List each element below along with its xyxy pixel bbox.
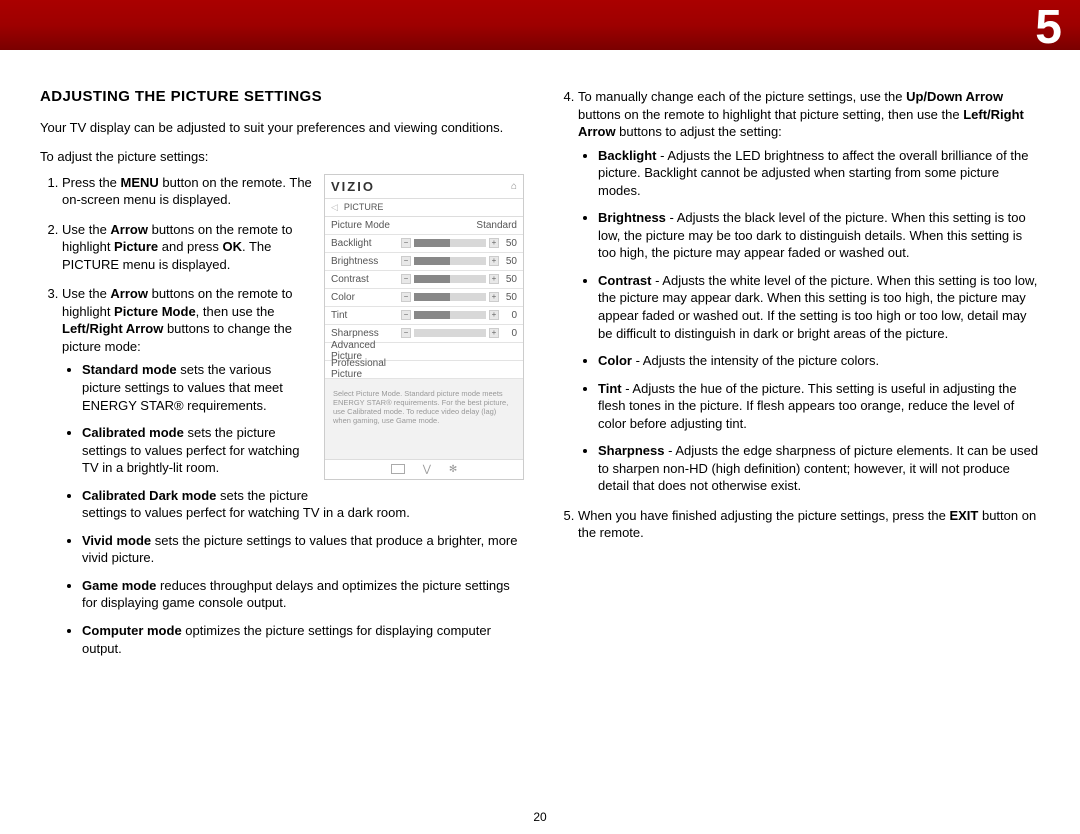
menu-row: Contrast−+50 bbox=[325, 271, 523, 289]
menu-row-label: Tint bbox=[331, 310, 401, 321]
mode-item: Computer mode optimizes the picture sett… bbox=[82, 622, 524, 657]
slider-track bbox=[414, 257, 486, 265]
slider-track bbox=[414, 311, 486, 319]
page-number: 20 bbox=[533, 810, 546, 824]
wide-icon bbox=[391, 464, 405, 474]
page-content: ADJUSTING THE PICTURE SETTINGS Your TV d… bbox=[0, 0, 1080, 669]
right-column: To manually change each of the picture s… bbox=[556, 88, 1040, 669]
intro-paragraph: Your TV display can be adjusted to suit … bbox=[40, 119, 524, 137]
menu-row-label: Color bbox=[331, 292, 401, 303]
setting-def: Color - Adjusts the intensity of the pic… bbox=[598, 352, 1040, 370]
slider-track bbox=[414, 329, 486, 337]
home-icon: ⌂ bbox=[511, 181, 517, 192]
slider-value: 50 bbox=[499, 256, 517, 267]
plus-icon: + bbox=[489, 238, 499, 248]
slider-track bbox=[414, 275, 486, 283]
minus-icon: − bbox=[401, 292, 411, 302]
menu-help-text: Select Picture Mode. Standard picture mo… bbox=[325, 379, 523, 459]
minus-icon: − bbox=[401, 310, 411, 320]
section-title: ADJUSTING THE PICTURE SETTINGS bbox=[40, 88, 524, 105]
slider-track bbox=[414, 239, 486, 247]
plus-icon: + bbox=[489, 274, 499, 284]
settings-definitions: Backlight - Adjusts the LED brightness t… bbox=[578, 147, 1040, 495]
menu-row-label: Sharpness bbox=[331, 328, 401, 339]
step-5: When you have finished adjusting the pic… bbox=[578, 507, 1040, 542]
vizio-menu-screenshot: VIZIO ⌂ ◁ PICTURE Picture Mode Standard Ba… bbox=[324, 174, 524, 480]
menu-row: Professional Picture bbox=[325, 361, 523, 379]
slider-track bbox=[414, 293, 486, 301]
slider: −+ bbox=[401, 328, 499, 338]
menu-row-label: Contrast bbox=[331, 274, 401, 285]
plus-icon: + bbox=[489, 328, 499, 338]
vizio-subheader: ◁ PICTURE bbox=[325, 199, 523, 217]
slider-value: 50 bbox=[499, 274, 517, 285]
menu-row: Picture Mode Standard bbox=[325, 217, 523, 235]
slider-value: 50 bbox=[499, 238, 517, 249]
vizio-header: VIZIO ⌂ bbox=[325, 175, 523, 199]
slider: −+ bbox=[401, 256, 499, 266]
minus-icon: − bbox=[401, 274, 411, 284]
minus-icon: − bbox=[401, 256, 411, 266]
slider: −+ bbox=[401, 310, 499, 320]
header-band: 5 bbox=[0, 0, 1080, 50]
chapter-number: 5 bbox=[1035, 0, 1062, 55]
mode-item: Vivid mode sets the picture settings to … bbox=[82, 532, 524, 567]
slider: −+ bbox=[401, 274, 499, 284]
gear-icon: ✻ bbox=[449, 464, 457, 475]
left-column: ADJUSTING THE PICTURE SETTINGS Your TV d… bbox=[40, 88, 524, 669]
menu-row-label: Picture Mode bbox=[331, 220, 401, 231]
menu-row-label: Backlight bbox=[331, 238, 401, 249]
minus-icon: − bbox=[401, 328, 411, 338]
setting-def: Tint - Adjusts the hue of the picture. T… bbox=[598, 380, 1040, 433]
menu-row: Brightness−+50 bbox=[325, 253, 523, 271]
slider: −+ bbox=[401, 292, 499, 302]
vizio-logo: VIZIO bbox=[331, 179, 375, 194]
back-icon: ◁ bbox=[331, 202, 338, 213]
steps-list-contd: To manually change each of the picture s… bbox=[556, 88, 1040, 542]
slider: −+ bbox=[401, 238, 499, 248]
setting-def: Brightness - Adjusts the black level of … bbox=[598, 209, 1040, 262]
menu-title: PICTURE bbox=[344, 202, 384, 212]
down-chevrons-icon: ⋁ bbox=[423, 464, 431, 475]
step-4: To manually change each of the picture s… bbox=[578, 88, 1040, 495]
minus-icon: − bbox=[401, 238, 411, 248]
mode-item: Calibrated Dark mode sets the picture se… bbox=[82, 487, 524, 522]
menu-row: Tint−+0 bbox=[325, 307, 523, 325]
setting-def: Backlight - Adjusts the LED brightness t… bbox=[598, 147, 1040, 200]
menu-row: Color−+50 bbox=[325, 289, 523, 307]
mode-item: Game mode reduces throughput delays and … bbox=[82, 577, 524, 612]
menu-row-label: Professional Picture bbox=[331, 358, 401, 380]
lead-line: To adjust the picture settings: bbox=[40, 149, 524, 164]
menu-row-value: Standard bbox=[476, 220, 517, 231]
slider-value: 50 bbox=[499, 292, 517, 303]
plus-icon: + bbox=[489, 256, 499, 266]
menu-row: Backlight−+50 bbox=[325, 235, 523, 253]
plus-icon: + bbox=[489, 292, 499, 302]
slider-value: 0 bbox=[499, 310, 517, 321]
menu-row-label: Brightness bbox=[331, 256, 401, 267]
plus-icon: + bbox=[489, 310, 499, 320]
menu-footer: ⋁ ✻ bbox=[325, 459, 523, 479]
setting-def: Contrast - Adjusts the white level of th… bbox=[598, 272, 1040, 342]
slider-value: 0 bbox=[499, 328, 517, 339]
setting-def: Sharpness - Adjusts the edge sharpness o… bbox=[598, 442, 1040, 495]
